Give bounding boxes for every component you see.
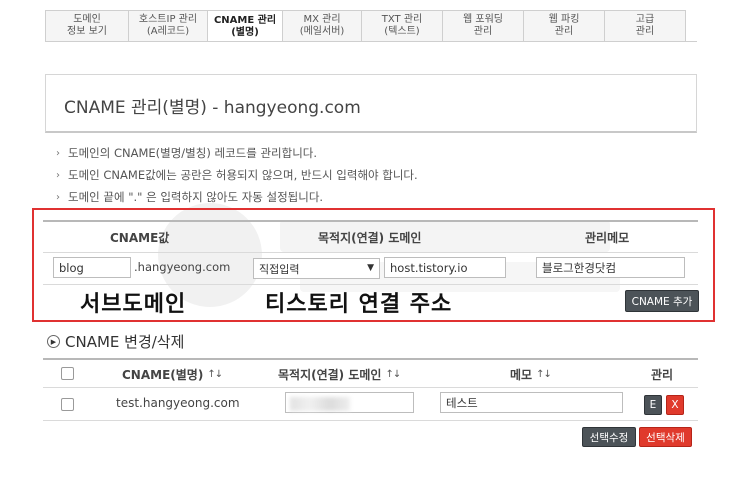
dropdown-arrow-icon: ▼ xyxy=(367,263,374,273)
table-bottom-border xyxy=(43,420,698,421)
tab-txt[interactable]: TXT 관리 (텍스트) xyxy=(362,10,443,42)
tab-web-forwarding[interactable]: 웹 포워딩 관리 xyxy=(443,10,524,42)
tab-label: MX 관리 xyxy=(303,14,341,25)
row-checkbox[interactable] xyxy=(61,398,74,411)
table-header-divider xyxy=(43,387,698,388)
domain-suffix: .hangyeong.com xyxy=(134,260,231,274)
table-top-border xyxy=(43,358,698,360)
edit-selected-button[interactable]: 선택수정 xyxy=(582,427,636,447)
tab-sublabel: (A레코드) xyxy=(146,26,190,37)
add-form-top-border xyxy=(43,220,698,222)
tab-mx[interactable]: MX 관리 (메일서버) xyxy=(283,10,362,42)
memo-input[interactable]: 블로그한경닷컴 xyxy=(536,257,685,278)
tab-sublabel: 관리 xyxy=(635,26,655,37)
tab-label: 고급 xyxy=(635,14,655,25)
tab-label: 호스트IP 관리 xyxy=(138,14,198,25)
sort-arrows-icon[interactable]: ↑↓ xyxy=(385,369,401,380)
target-type-value: 직접입력 xyxy=(259,262,300,276)
tab-sublabel: (텍스트) xyxy=(384,26,420,37)
target-type-select[interactable]: 직접입력 ▼ xyxy=(253,258,380,279)
notes-list: › 도메인의 CNAME(별명/별칭) 레코드를 관리합니다. › 도메인 CN… xyxy=(56,142,418,208)
target-domain-input[interactable]: host.tistory.io xyxy=(384,257,506,278)
note-text: 도메인 CNAME값에는 공란은 허용되지 않으며, 반드시 입력해야 합니다. xyxy=(68,168,418,182)
sort-arrows-icon[interactable]: ↑↓ xyxy=(207,369,223,380)
annotation-subdomain: 서브도메인 xyxy=(80,292,187,317)
col-header-label: 메모 xyxy=(510,368,533,382)
row-memo-value: 테스트 xyxy=(446,395,478,410)
col-header-manage: 관리 xyxy=(651,368,674,382)
page-title: CNAME 관리(별명) - hangyeong.com xyxy=(64,98,361,118)
row-memo-input[interactable]: 테스트 xyxy=(440,392,623,413)
play-circle-icon: ▶ xyxy=(47,335,60,348)
tab-label: 웹 파킹 xyxy=(548,14,580,25)
section-title-text: CNAME 변경/삭제 xyxy=(65,333,185,351)
tab-sublabel: (별명) xyxy=(231,26,259,38)
edit-row-button[interactable]: E xyxy=(644,395,662,415)
note-item: › 도메인 CNAME값에는 공란은 허용되지 않으며, 반드시 입력해야 합니… xyxy=(56,164,418,186)
col-header-label: CNAME(별명) xyxy=(122,368,204,382)
tab-label: 도메인 xyxy=(73,14,101,25)
memo-input-value: 블로그한경닷컴 xyxy=(542,260,617,275)
add-cname-button[interactable]: CNAME 추가 xyxy=(625,290,699,312)
tab-advanced[interactable]: 고급 관리 xyxy=(605,10,686,42)
col-header-target[interactable]: 목적지(연결) 도메인 ↑↓ xyxy=(278,366,401,383)
delete-selected-button[interactable]: 선택삭제 xyxy=(639,427,692,447)
tab-sublabel: (메일서버) xyxy=(299,26,345,37)
sort-arrows-icon[interactable]: ↑↓ xyxy=(536,369,552,380)
add-form-divider xyxy=(43,252,698,253)
col-header-cname: CNAME값 xyxy=(110,231,170,245)
blurred-target-value xyxy=(290,397,350,411)
col-header-memo[interactable]: 메모 ↑↓ xyxy=(510,366,552,383)
note-text: 도메인의 CNAME(별명/별칭) 레코드를 관리합니다. xyxy=(68,146,318,160)
tab-cname[interactable]: CNAME 관리 (별명) xyxy=(208,10,283,42)
tab-web-parking[interactable]: 웹 파킹 관리 xyxy=(524,10,605,42)
tab-sublabel: 관리 xyxy=(473,26,493,37)
bullet-icon: › xyxy=(56,169,60,181)
col-header-target: 목적지(연결) 도메인 xyxy=(318,231,422,245)
tab-divider xyxy=(45,41,697,42)
col-header-label: 목적지(연결) 도메인 xyxy=(278,368,382,382)
tab-label: 웹 포워딩 xyxy=(463,14,503,25)
row-cname: test.hangyeong.com xyxy=(116,396,240,410)
page-title-box: CNAME 관리(별명) - hangyeong.com xyxy=(45,74,697,133)
note-item: › 도메인의 CNAME(별명/별칭) 레코드를 관리합니다. xyxy=(56,142,418,164)
cname-input-value: blog xyxy=(59,260,84,275)
tab-sublabel: 정보 보기 xyxy=(67,26,107,37)
tab-label: TXT 관리 xyxy=(381,14,423,25)
section-title: ▶ CNAME 변경/삭제 xyxy=(47,331,184,352)
tab-bar: 도메인 정보 보기 호스트IP 관리 (A레코드) CNAME 관리 (별명) … xyxy=(45,10,686,42)
tab-label: CNAME 관리 xyxy=(213,14,277,26)
delete-row-button[interactable]: X xyxy=(666,395,684,415)
add-form-divider xyxy=(43,284,698,285)
col-header-memo: 관리메모 xyxy=(585,231,630,245)
select-all-checkbox[interactable] xyxy=(61,367,74,380)
bullet-icon: › xyxy=(56,147,60,159)
col-header-cname[interactable]: CNAME(별명) ↑↓ xyxy=(122,366,223,383)
tab-a-record[interactable]: 호스트IP 관리 (A레코드) xyxy=(129,10,208,42)
annotation-tistory: 티스토리 연결 주소 xyxy=(265,292,453,317)
bullet-icon: › xyxy=(56,191,60,203)
cname-input[interactable]: blog xyxy=(53,257,131,278)
target-domain-value: host.tistory.io xyxy=(390,260,468,275)
tab-domain-info[interactable]: 도메인 정보 보기 xyxy=(45,10,129,42)
tab-sublabel: 관리 xyxy=(554,26,574,37)
